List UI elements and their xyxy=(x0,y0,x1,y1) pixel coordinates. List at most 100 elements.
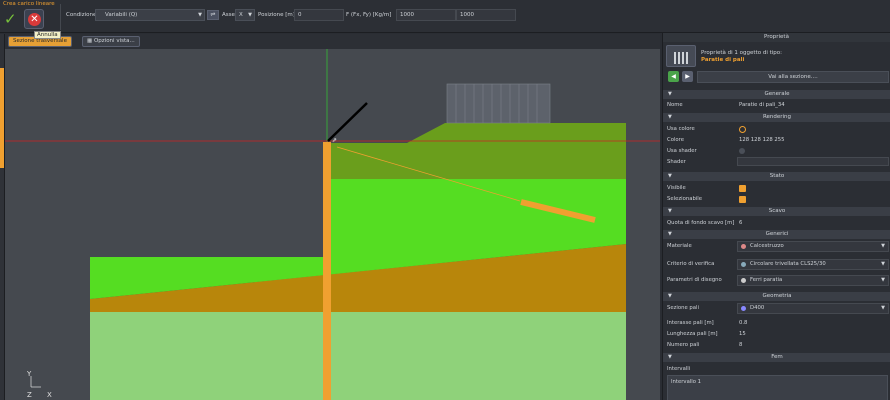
nome-value[interactable]: Paratie di pali_34 xyxy=(739,102,785,108)
row-interasse: Interasse pali [m] 0.8 xyxy=(663,318,890,329)
section-fem[interactable]: ▼ Fem xyxy=(663,353,890,362)
numero-label: Numero pali xyxy=(667,342,700,348)
collapse-icon: ▼ xyxy=(668,173,672,179)
confirm-check-icon[interactable]: ✓ xyxy=(4,11,20,27)
row-criterio: Criterio di verifica Circolare trivellat… xyxy=(663,259,890,270)
properties-panel: Proprietà Proprietà di 1 oggetto di tipo… xyxy=(662,33,890,400)
object-type-icon xyxy=(666,45,696,67)
section-stato[interactable]: ▼ Stato xyxy=(663,172,890,181)
materiale-select[interactable]: Calcestruzzo ▼ xyxy=(737,241,889,252)
parametri-select[interactable]: Ferri paratia ▼ xyxy=(737,275,889,286)
section-geometria[interactable]: ▼ Geometria xyxy=(663,292,890,301)
numero-value[interactable]: 8 xyxy=(739,342,742,348)
lunghezza-label: Lunghezza pali [m] xyxy=(667,331,718,337)
toolbar-divider xyxy=(60,4,61,30)
asse-select[interactable]: X ▼ xyxy=(235,9,255,21)
fy-value: 1000 xyxy=(460,12,474,18)
axis-label-x: X xyxy=(47,391,52,399)
section-generale-label: Generale xyxy=(764,91,790,97)
selezionabile-label: Selezionabile xyxy=(667,196,703,202)
chevron-down-icon: ▼ xyxy=(881,305,885,311)
shader-field[interactable] xyxy=(737,157,889,166)
collapse-icon: ▼ xyxy=(668,114,672,120)
interasse-label: Interasse pali [m] xyxy=(667,320,714,326)
colore-value[interactable]: 128 128 128 255 xyxy=(739,137,785,143)
cad-viewport[interactable]: ⇗ Y Z X xyxy=(5,49,660,400)
building xyxy=(446,83,551,124)
section-scavo-label: Scavo xyxy=(768,208,786,214)
materiale-label: Materiale xyxy=(667,243,692,249)
interasse-value[interactable]: 0.8 xyxy=(739,320,747,326)
pile-wall[interactable] xyxy=(323,142,331,400)
command-title: Crea carico lineare xyxy=(3,1,55,7)
selezionabile-checkbox[interactable] xyxy=(739,196,746,203)
section-generale[interactable]: ▼ Generale xyxy=(663,90,890,99)
sezione-label: Sezione pali xyxy=(667,305,699,311)
cancel-button[interactable]: ✕ xyxy=(24,9,44,29)
asse-value: X xyxy=(239,12,243,18)
view-options-icon: ▦ xyxy=(87,38,94,44)
line-load-arrow xyxy=(327,102,368,142)
row-parametri: Parametri di disegno Ferri paratia ▼ xyxy=(663,275,890,286)
sezione-value: D400 xyxy=(750,305,765,311)
sezione-select[interactable]: D400 ▼ xyxy=(737,303,889,314)
posizione-label: Posizione [m] xyxy=(258,12,295,18)
criterio-icon xyxy=(741,262,746,267)
row-nome: Nome Paratie di pali_34 xyxy=(663,100,890,111)
nav-back-icon[interactable]: ◀ xyxy=(668,71,679,82)
fx-input[interactable]: 1000 xyxy=(396,9,456,21)
row-colore: Colore 128 128 128 255 xyxy=(663,135,890,146)
nav-forward-icon[interactable]: ▶ xyxy=(682,71,693,82)
condizione-select[interactable]: Variabili (Q) ▼ xyxy=(95,9,205,21)
chevron-down-icon: ▼ xyxy=(881,277,885,283)
quota-value[interactable]: 6 xyxy=(739,220,742,226)
nome-label: Nome xyxy=(667,102,683,108)
condizione-label: Condizione xyxy=(66,12,97,18)
chevron-down-icon: ▼ xyxy=(198,12,202,18)
collapse-icon: ▼ xyxy=(668,208,672,214)
intervalli-list[interactable]: Intervallo 1 xyxy=(667,375,888,400)
parametri-icon xyxy=(741,278,746,283)
section-geometria-label: Geometria xyxy=(762,293,792,299)
section-generici-label: Generici xyxy=(765,231,789,237)
visibile-label: Visibile xyxy=(667,185,686,191)
parametri-label: Parametri di disegno xyxy=(667,277,722,283)
row-visibile: Visibile xyxy=(663,183,890,194)
object-type-text: Paratie di pali xyxy=(701,57,745,63)
fy-input[interactable]: 1000 xyxy=(456,9,516,21)
criterio-value: Circolare trivellata CLS25/30 xyxy=(750,261,826,267)
colore-label: Colore xyxy=(667,137,684,143)
posizione-input[interactable]: 0 xyxy=(294,9,344,21)
collapse-icon: ▼ xyxy=(668,293,672,299)
usa-colore-radio[interactable] xyxy=(739,126,746,133)
section-generici[interactable]: ▼ Generici xyxy=(663,230,890,239)
intervalli-label: Intervalli xyxy=(667,366,691,372)
row-lunghezza: Lunghezza pali [m] 15 xyxy=(663,329,890,340)
close-icon: ✕ xyxy=(28,13,41,26)
row-selezionabile: Selezionabile xyxy=(663,194,890,205)
row-intervalli: Intervalli xyxy=(663,364,890,375)
section-stato-label: Stato xyxy=(769,173,785,179)
row-materiale: Materiale Calcestruzzo ▼ xyxy=(663,241,890,252)
section-rendering-label: Rendering xyxy=(762,114,792,120)
row-usa-colore: Usa colore xyxy=(663,124,890,135)
view-options-button[interactable]: ▦ Opzioni vista... xyxy=(82,36,140,47)
collapse-icon: ▼ xyxy=(668,354,672,360)
criterio-select[interactable]: Circolare trivellata CLS25/30 ▼ xyxy=(737,259,889,270)
command-toolbar: Crea carico lineare ✓ ✕ Annulla Condizio… xyxy=(0,0,890,39)
left-dock-active-tab[interactable] xyxy=(0,68,4,168)
chevron-down-icon: ▼ xyxy=(881,261,885,267)
goto-section-button[interactable]: Vai alla sezione.... xyxy=(697,71,889,83)
section-scavo[interactable]: ▼ Scavo xyxy=(663,207,890,216)
asse-label: Asse xyxy=(222,12,235,18)
load-icon[interactable]: ⇌ xyxy=(207,10,219,20)
section-rendering[interactable]: ▼ Rendering xyxy=(663,113,890,122)
section-drawing[interactable]: ⇗ Y Z X xyxy=(5,49,660,400)
panel-title: Proprietà xyxy=(663,33,890,42)
lunghezza-value[interactable]: 15 xyxy=(739,331,746,337)
sezione-icon xyxy=(741,306,746,311)
usa-shader-radio[interactable] xyxy=(739,148,745,154)
visibile-checkbox[interactable] xyxy=(739,185,746,192)
collapse-icon: ▼ xyxy=(668,91,672,97)
upper-soil-layer xyxy=(325,123,626,179)
